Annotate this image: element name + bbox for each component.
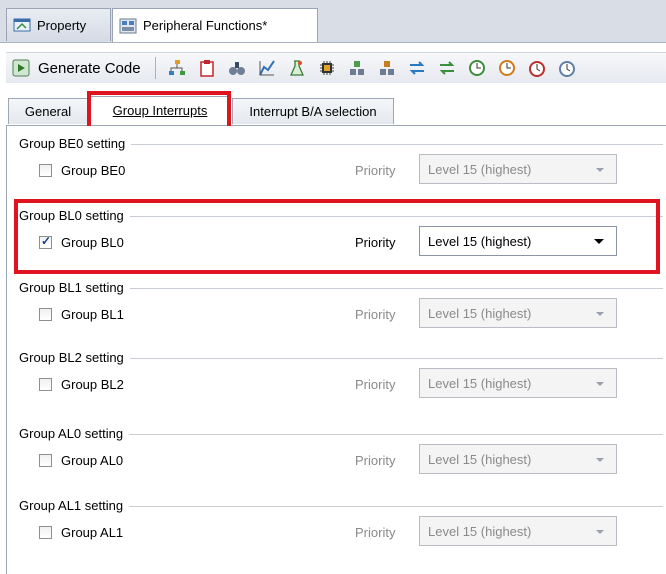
generate-code-label: Generate Code [38,59,141,77]
chart-icon[interactable] [258,59,276,77]
group-al1-checkbox[interactable]: Group AL1 [39,525,123,540]
generate-code-button[interactable]: Generate Code [12,55,149,81]
clock-icon[interactable] [468,59,486,77]
binoculars-icon[interactable] [228,59,246,77]
tab-peripheral-functions[interactable]: Peripheral Functions* [112,8,318,42]
group-title: Group AL0 setting [15,426,130,441]
group-be0-setting: Group BE0 setting Group BE0 Priority Lev… [15,134,663,194]
checkbox[interactable] [39,164,52,177]
clipboard-icon[interactable] [198,59,216,77]
chevron-down-icon [596,312,604,316]
priority-value: Level 15 (highest) [428,451,532,467]
chevron-down-icon [596,382,604,386]
chevron-down-icon [596,168,604,172]
toolbar: Generate Code [6,52,666,83]
group-be0-checkbox[interactable]: Group BE0 [39,163,125,178]
group-title: Group BL1 setting [15,280,130,295]
group-bl1-setting: Group BL1 setting Group BL1 Priority Lev… [15,278,663,338]
checkbox[interactable] [39,308,52,321]
priority-label: Priority [355,307,396,322]
connect-alt-icon[interactable] [378,59,396,77]
priority-value: Level 15 (highest) [428,523,532,539]
timer-alt-icon[interactable] [558,59,576,77]
checkbox-label: Group AL0 [61,453,124,468]
group-bl1-checkbox[interactable]: Group BL1 [39,307,124,322]
priority-label: Priority [355,377,396,392]
checkbox[interactable] [39,454,52,467]
group-title: Group BL0 setting [15,208,130,223]
priority-value: Level 15 (highest) [428,233,532,249]
timer-icon[interactable] [528,59,546,77]
checkbox[interactable] [39,526,52,539]
property-icon [13,18,31,32]
peripheral-functions-icon [119,18,137,33]
checkbox[interactable] [39,234,52,249]
group-interrupts-panel: Group BE0 setting Group BE0 Priority Lev… [6,126,666,574]
chevron-down-icon [596,458,604,462]
checkbox-label: Group BE0 [61,163,126,178]
group-bl0-checkbox[interactable]: Group BL0 [39,234,124,250]
chevron-down-icon [594,239,604,244]
group-al0-setting: Group AL0 setting Group AL0 Priority Lev… [15,424,663,484]
chip-icon[interactable] [318,59,336,77]
priority-value: Level 15 (highest) [428,161,532,177]
document-tab-strip: Property Peripheral Functions* [0,0,666,43]
group-bl0-setting: Group BL0 setting Group BL0 Priority Lev… [15,206,663,266]
tab-property[interactable]: Property [6,8,111,41]
group-al1-setting: Group AL1 setting Group AL1 Priority Lev… [15,496,663,556]
chevron-down-icon [596,530,604,534]
checkbox[interactable] [39,378,52,391]
group-title: Group AL1 setting [15,498,130,513]
priority-select[interactable]: Level 15 (highest) [419,444,617,474]
generate-code-icon [12,59,30,77]
checkbox-label: Group BL2 [61,377,124,392]
priority-select[interactable]: Level 15 (highest) [419,154,617,184]
inner-tab-strip: General Group Interrupts Interrupt B/A s… [6,95,666,126]
group-title: Group BE0 setting [15,136,132,151]
tab-peripheral-functions-label: Peripheral Functions* [143,18,268,33]
group-title: Group BL2 setting [15,350,130,365]
priority-label: Priority [355,163,396,178]
group-bl2-setting: Group BL2 setting Group BL2 Priority Lev… [15,348,663,408]
priority-label: Priority [355,235,396,250]
transfer-icon[interactable] [408,59,426,77]
checkbox-label: Group AL1 [61,525,124,540]
connect-icon[interactable] [348,59,366,77]
priority-value: Level 15 (highest) [428,305,532,321]
flask-icon[interactable] [288,59,306,77]
transfer-alt-icon[interactable] [438,59,456,77]
priority-select[interactable]: Level 15 (highest) [419,226,617,256]
priority-select[interactable]: Level 15 (highest) [419,368,617,398]
checkbox-label: Group BL0 [61,235,124,250]
tree-icon[interactable] [168,59,186,77]
tab-interrupt-ba-selection[interactable]: Interrupt B/A selection [232,98,394,124]
priority-select[interactable]: Level 15 (highest) [419,516,617,546]
clock-alt-icon[interactable] [498,59,516,77]
checkbox-label: Group BL1 [61,307,124,322]
tab-property-label: Property [37,17,87,33]
group-al0-checkbox[interactable]: Group AL0 [39,453,123,468]
priority-label: Priority [355,525,396,540]
tab-general[interactable]: General [8,98,88,124]
group-bl2-checkbox[interactable]: Group BL2 [39,377,124,392]
priority-label: Priority [355,453,396,468]
priority-value: Level 15 (highest) [428,375,532,391]
tab-group-interrupts[interactable]: Group Interrupts [90,96,230,124]
toolbar-separator [154,57,156,79]
priority-select[interactable]: Level 15 (highest) [419,298,617,328]
